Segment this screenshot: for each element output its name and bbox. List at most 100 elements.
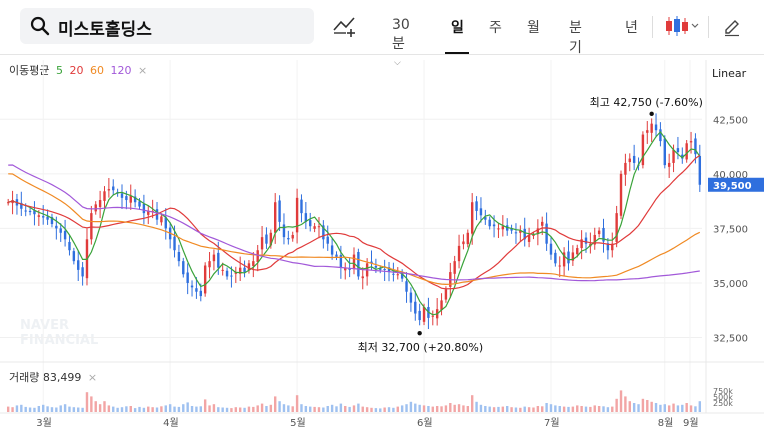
volume-bar <box>379 408 382 412</box>
volume-bar <box>527 407 531 412</box>
candle-body <box>632 155 636 163</box>
tab-year[interactable]: 년 <box>625 17 638 37</box>
volume-bar <box>536 406 540 412</box>
candlestick-icon[interactable] <box>664 15 700 37</box>
volume-bar <box>112 406 115 412</box>
candle-body <box>470 202 474 234</box>
volume-bar <box>409 401 413 412</box>
candle-body <box>15 199 19 206</box>
volume-bar <box>672 403 675 412</box>
candle-body <box>628 158 631 163</box>
volume-bar <box>234 407 238 412</box>
volume-bar <box>650 401 653 412</box>
candle-body <box>125 196 128 201</box>
volume-bar <box>488 406 491 412</box>
candle-body <box>519 230 522 233</box>
tab-week[interactable]: 주 <box>489 17 502 37</box>
volume-bar <box>243 407 246 412</box>
candle-body <box>488 219 491 227</box>
candle-body <box>138 201 141 207</box>
candle-body <box>164 217 167 229</box>
volume-bar <box>523 406 526 412</box>
volume-tick-label: 750k <box>713 387 733 396</box>
search-icon <box>30 16 50 36</box>
volume-bar <box>177 406 181 412</box>
candle-body <box>484 217 487 220</box>
candle-body <box>6 202 10 204</box>
candle-body <box>497 228 500 230</box>
candle-body <box>597 230 601 235</box>
candle-body <box>28 210 32 213</box>
candle-body <box>501 226 505 230</box>
candle-body <box>435 309 439 319</box>
candle-body <box>252 261 255 266</box>
candle-body <box>177 251 181 262</box>
volume-bar <box>265 406 268 412</box>
scale-mode[interactable]: Linear <box>712 67 746 80</box>
volume-bar <box>322 407 325 412</box>
low-annotation: 최저 32,700 (+20.80%) <box>358 341 483 354</box>
volume-bar <box>449 403 452 412</box>
volume-bar <box>492 407 496 412</box>
volume-bar <box>615 398 618 412</box>
close-icon[interactable]: × <box>138 64 147 77</box>
search-input[interactable]: 미스토홀딩스 <box>58 15 152 40</box>
volume-bar <box>659 404 662 412</box>
trend-add-icon[interactable] <box>332 14 358 38</box>
candle-body <box>295 197 299 233</box>
candle-body <box>567 251 570 264</box>
volume-bar <box>269 404 273 412</box>
candle-body <box>554 252 557 264</box>
current-price-tag <box>708 177 764 192</box>
tab-day[interactable]: 일 <box>451 17 464 37</box>
candle-body <box>357 251 360 277</box>
close-icon[interactable]: × <box>88 371 97 384</box>
candle-body <box>317 226 321 228</box>
candle-body <box>221 269 224 271</box>
candle-body <box>379 268 382 270</box>
volume-bar <box>475 401 478 412</box>
volume-bar <box>654 403 658 412</box>
volume-bar <box>313 406 316 412</box>
volume-bar <box>155 407 159 412</box>
search-box[interactable]: 미스토홀딩스 <box>20 8 314 44</box>
volume-bar <box>15 405 19 412</box>
candle-body <box>260 237 264 250</box>
volume-bar <box>628 401 631 412</box>
volume-bar <box>387 407 391 412</box>
volume-bar <box>90 396 93 412</box>
candle-body <box>514 232 518 234</box>
volume-bar <box>37 406 41 412</box>
candle-body <box>475 201 478 211</box>
pencil-icon[interactable] <box>722 17 742 37</box>
candle-body <box>685 143 688 160</box>
volume-bar <box>637 404 640 412</box>
candle-body <box>694 138 697 155</box>
candle-body <box>462 241 465 245</box>
volume-bar <box>230 408 233 412</box>
volume-bar <box>584 406 588 412</box>
volume-tick-label: 500k <box>713 393 733 402</box>
tab-month[interactable]: 월 <box>527 17 540 37</box>
volume-bar <box>173 406 176 412</box>
volume-bar <box>94 401 97 412</box>
candle-body <box>602 227 605 242</box>
ma20-line <box>8 154 701 290</box>
volume-bar <box>59 405 62 412</box>
volume-bar <box>374 408 378 412</box>
candle-body <box>282 224 286 238</box>
active-tab-indicator <box>445 52 469 54</box>
y-tick-label: 35,000 <box>713 279 748 290</box>
volume-bar <box>466 406 470 412</box>
tab-quarter[interactable]: 분기 <box>569 17 582 57</box>
volume-bar <box>98 404 102 412</box>
candle-body <box>422 306 426 322</box>
tab-30min[interactable]: 30분⌵ <box>392 17 410 69</box>
volume-bar <box>208 405 211 412</box>
volume-bar <box>103 401 106 412</box>
volume-bar <box>326 406 329 412</box>
candle-body <box>59 228 62 233</box>
candle-body <box>186 272 189 283</box>
candle-body <box>606 243 610 251</box>
ma5-line <box>8 130 701 316</box>
